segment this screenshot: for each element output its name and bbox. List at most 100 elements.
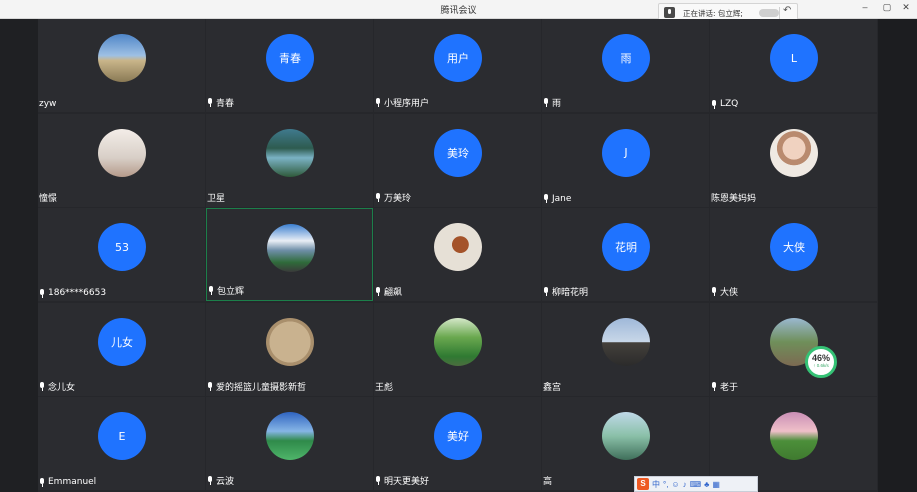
participant-name-row: 青春 <box>207 96 234 109</box>
participant-name-row: 雨 <box>543 96 561 109</box>
ime-toolbar[interactable]: S 中 °, ☺ ♪ ⌨ ♣ ▦ <box>634 476 758 492</box>
mic-icon <box>664 7 675 18</box>
participant-tile[interactable]: 云波 <box>206 397 373 491</box>
participant-tile[interactable]: 包立辉 <box>206 208 373 302</box>
participant-tile[interactable]: J Jane <box>542 113 709 207</box>
participant-name: 念儿女 <box>48 382 76 393</box>
network-percent: 46% <box>811 353 830 363</box>
avatar: 青春 <box>266 34 314 82</box>
participant-tile[interactable]: 大侠 大侠 <box>710 208 877 302</box>
participant-name-row: 陈恩美妈妈 <box>711 191 756 204</box>
ime-skin-icon[interactable]: ♣ <box>704 480 709 489</box>
participant-name: LZQ <box>720 99 739 109</box>
mic-icon <box>711 381 718 391</box>
side-strip <box>878 19 917 492</box>
participant-name: 186****6653 <box>48 288 107 299</box>
participant-name-row: 柳暗花明 <box>543 285 588 298</box>
participant-tile[interactable]: 美好 明天更美好 <box>374 397 541 491</box>
participant-name: 柳暗花明 <box>552 288 589 299</box>
participant-name-row: 186****6653 <box>39 288 106 298</box>
participant-name: 青春 <box>216 99 235 109</box>
participant-name: 雨 <box>552 99 562 109</box>
participant-name: 包立辉 <box>217 287 245 298</box>
mic-icon <box>207 381 214 391</box>
participant-name-row: zyw <box>39 99 56 109</box>
mic-icon <box>711 99 718 109</box>
avatar: E <box>98 412 146 461</box>
participant-tile[interactable]: 陈恩美妈妈 <box>710 113 877 207</box>
participant-name-row: 小程序用户 <box>375 96 429 109</box>
participant-name-row: 老于 <box>711 380 738 393</box>
participant-name: 云波 <box>216 477 235 488</box>
mic-icon <box>543 287 550 297</box>
participant-tile[interactable]: 53 186****6653 <box>38 208 205 302</box>
mic-icon <box>543 98 550 107</box>
avatar: 儿女 <box>98 317 146 366</box>
participant-name: zyw <box>39 99 57 109</box>
restore-button[interactable]: ▢ <box>881 2 893 13</box>
divider <box>779 7 780 19</box>
ime-emoji-icon[interactable]: ☺ <box>671 480 679 489</box>
mic-icon <box>208 286 215 296</box>
avatar <box>266 412 314 461</box>
participant-tile[interactable]: 爱的摇篮儿童摄影新哲 <box>206 302 373 396</box>
mic-icon <box>711 287 718 297</box>
participant-name: 鑫宫 <box>543 382 562 393</box>
ime-voice-icon[interactable]: ♪ <box>683 480 687 489</box>
mic-icon <box>375 476 382 486</box>
participant-name: 卫星 <box>207 193 226 204</box>
participant-tile[interactable]: 卫星 <box>206 113 373 207</box>
participant-name-row: 云波 <box>207 474 234 487</box>
avatar: 用户 <box>434 34 482 82</box>
network-badge[interactable]: 46% ↑ 0.6k/s <box>805 346 837 378</box>
participant-name-row: 翩飙 <box>375 285 402 298</box>
participant-tile[interactable]: 美玲万美玲 <box>374 113 541 207</box>
participant-tile[interactable]: 鑫宫 <box>542 302 709 396</box>
participant-tile[interactable]: 翩飙 <box>374 208 541 302</box>
network-rate: ↑ 0.6k/s <box>813 363 829 368</box>
ime-mode[interactable]: 中 <box>652 479 660 490</box>
avatar: 美玲 <box>434 128 482 177</box>
participant-tile[interactable]: 王彪 <box>374 302 541 396</box>
participant-tile[interactable]: zyw <box>38 19 205 112</box>
ime-logo-icon[interactable]: S <box>637 478 649 490</box>
avatar <box>602 317 650 366</box>
undo-arrow-icon[interactable]: ↶ <box>783 5 791 16</box>
participant-name: Emmanuel <box>48 477 97 488</box>
participant-name-row: 鑫宫 <box>543 380 561 393</box>
participant-name: 万美玲 <box>384 193 412 204</box>
minimize-button[interactable]: – <box>859 2 871 12</box>
mic-icon <box>207 98 214 107</box>
participant-name-row: 大侠 <box>711 285 738 298</box>
participant-name-row: 憧憬 <box>39 191 57 204</box>
close-button[interactable]: ✕ <box>900 2 912 13</box>
mic-icon <box>375 98 382 107</box>
ime-keyboard-icon[interactable]: ⌨ <box>690 480 702 489</box>
participant-name: 大侠 <box>720 288 739 299</box>
participant-tile[interactable]: 青春 青春 <box>206 19 373 112</box>
participant-tile[interactable]: L LZQ <box>710 19 877 112</box>
participant-name-row: 万美玲 <box>375 191 411 204</box>
participant-tile[interactable]: 花明 柳暗花明 <box>542 208 709 302</box>
ime-menu-icon[interactable]: ▦ <box>712 480 720 489</box>
participant-tile[interactable]: 老于 <box>710 302 877 396</box>
avatar <box>98 128 146 177</box>
avatar <box>98 34 146 82</box>
avatar: 大侠 <box>770 223 818 272</box>
participant-name: 陈恩美妈妈 <box>711 193 757 204</box>
participant-name-row: 卫星 <box>207 191 225 204</box>
participant-name: 老于 <box>720 382 739 393</box>
avatar <box>266 128 314 177</box>
participant-tile[interactable]: 用户小程序用户 <box>374 19 541 112</box>
mic-icon <box>39 381 46 391</box>
participant-tile[interactable]: 儿女念儿女 <box>38 302 205 396</box>
ime-punct-icon[interactable]: °, <box>663 480 668 489</box>
participant-name: 爱的摇篮儿童摄影新哲 <box>216 382 307 393</box>
participant-tile[interactable]: 雨雨 <box>542 19 709 112</box>
participant-tile[interactable]: 憧憬 <box>38 113 205 207</box>
participant-tile[interactable]: E Emmanuel <box>38 397 205 491</box>
avatar <box>434 223 482 272</box>
participant-name-row: 包立辉 <box>208 284 244 297</box>
participant-name: 明天更美好 <box>384 477 430 488</box>
avatar: L <box>770 34 818 82</box>
